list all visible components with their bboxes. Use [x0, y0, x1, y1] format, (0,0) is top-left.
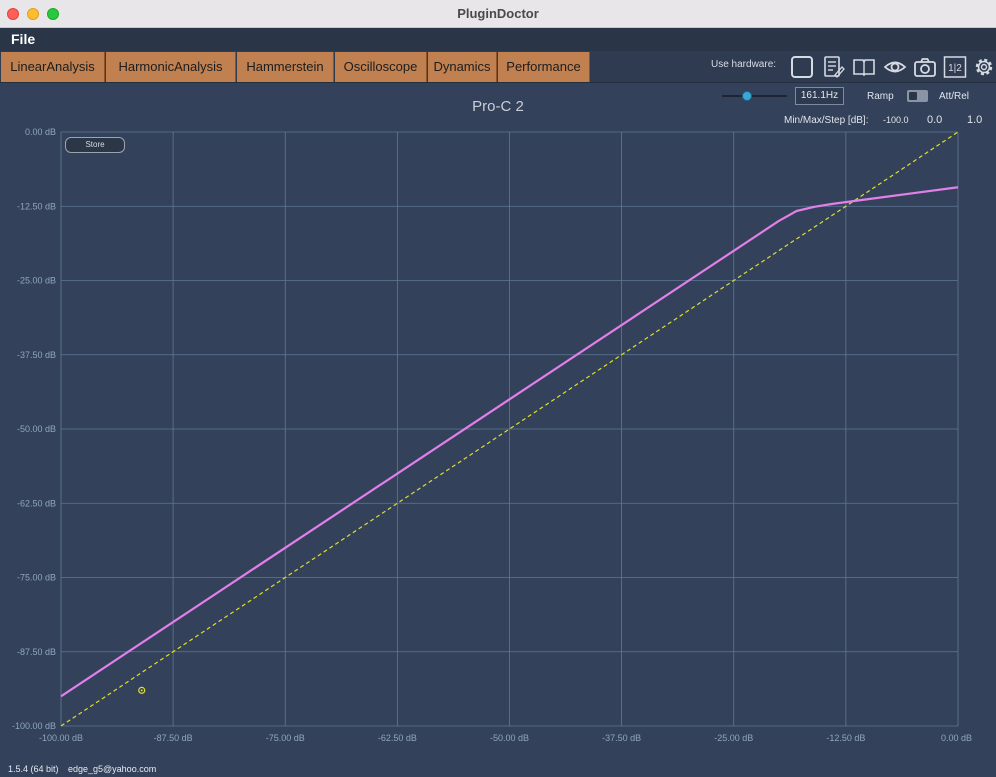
y-tick-label: 0.00 dB — [25, 127, 56, 137]
x-tick-label: -62.50 dB — [378, 733, 417, 743]
user-email: edge_g5@yahoo.com — [68, 764, 157, 774]
y-tick-label: -37.50 dB — [17, 350, 56, 360]
x-tick-label: 0.00 dB — [941, 733, 972, 743]
y-tick-label: -12.50 dB — [17, 201, 56, 211]
y-tick-label: -50.00 dB — [17, 424, 56, 434]
y-tick-label: -87.50 dB — [17, 647, 56, 657]
x-tick-label: -75.00 dB — [266, 733, 305, 743]
x-tick-label: -12.50 dB — [826, 733, 865, 743]
y-tick-label: -100.00 dB — [12, 721, 56, 731]
y-tick-label: -75.00 dB — [17, 573, 56, 583]
version-label: 1.5.4 (64 bit) — [8, 764, 59, 774]
store-button[interactable]: Store — [65, 137, 125, 153]
dynamics-plot[interactable]: 0.00 dB -12.50 dB -25.00 dB -37.50 dB -50.00… — [0, 0, 996, 777]
x-tick-label: -37.50 dB — [602, 733, 641, 743]
x-tick-label: -100.00 dB — [39, 733, 83, 743]
x-tick-label: -87.50 dB — [154, 733, 193, 743]
x-axis-ticks: -100.00 dB -87.50 dB -75.00 dB -62.50 dB -50… — [39, 733, 972, 743]
x-tick-label: -50.00 dB — [490, 733, 529, 743]
y-axis-ticks: 0.00 dB -12.50 dB -25.00 dB -37.50 dB -50.00… — [12, 127, 56, 731]
y-tick-label: -62.50 dB — [17, 498, 56, 508]
y-tick-label: -25.00 dB — [17, 276, 56, 286]
status-bar: 1.5.4 (64 bit) edge_g5@yahoo.com — [0, 762, 996, 777]
level-marker-dot — [140, 689, 143, 692]
x-tick-label: -25.00 dB — [714, 733, 753, 743]
